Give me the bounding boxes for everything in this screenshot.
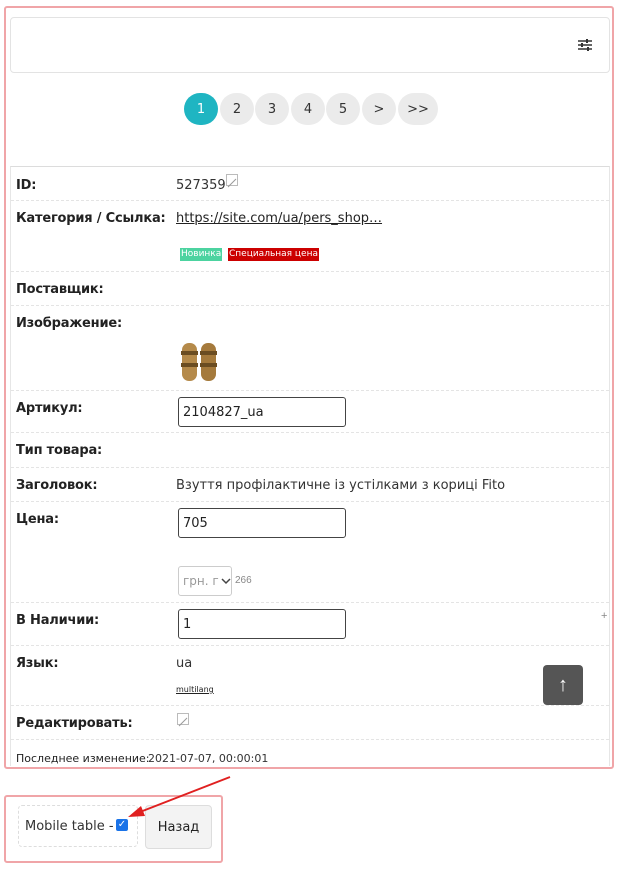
row-sku: Артикул: (11, 391, 609, 433)
row-product-type: Тип товара: (11, 433, 609, 468)
multilang-link[interactable]: multilang (176, 685, 214, 694)
mobile-table-checkbox[interactable]: ✓ (116, 819, 128, 831)
next-page-button[interactable]: > (362, 93, 396, 125)
sku-input[interactable] (178, 397, 346, 427)
special-price-badge: Специальная цена (228, 248, 319, 261)
currency-select-value: грн. г (183, 574, 219, 588)
edit-label: Редактировать: (16, 716, 133, 731)
mobile-table-label: Mobile table - (25, 818, 114, 834)
category-link[interactable]: https://site.com/ua/pers_shop… (176, 211, 382, 226)
language-value: ua (176, 656, 193, 671)
category-label: Категория / Ссылка: (16, 211, 166, 226)
stock-plus[interactable]: + (601, 610, 607, 622)
product-type-label: Тип товара: (16, 443, 103, 458)
page-2-button[interactable]: 2 (220, 93, 254, 125)
stock-label: В Наличии: (16, 613, 100, 628)
row-category: Категория / Ссылка: https://site.com/ua/… (11, 201, 609, 272)
back-button[interactable]: Назад (145, 805, 212, 849)
row-supplier: Поставщик: (11, 272, 609, 306)
filter-panel (10, 17, 610, 73)
currency-extra: 266 (235, 575, 252, 586)
page-3-button[interactable]: 3 (255, 93, 289, 125)
page-5-button[interactable]: 5 (326, 93, 360, 125)
row-image: Изображение: (11, 306, 609, 391)
sliders-icon[interactable] (577, 38, 593, 52)
row-last-modified: Последнее изменение: 2021-07-07, 00:00:0… (11, 740, 609, 770)
sku-label: Артикул: (16, 401, 83, 416)
page-1-button[interactable]: 1 (184, 93, 218, 125)
row-price: Цена: грн. г 266 (11, 502, 609, 603)
page-4-button[interactable]: 4 (291, 93, 325, 125)
supplier-label: Поставщик: (16, 282, 104, 297)
row-title: Заголовок: Взуття профілактичне із устіл… (11, 468, 609, 502)
last-modified-value: 2021-07-07, 00:00:01 (148, 752, 269, 765)
currency-select[interactable]: грн. г (178, 566, 232, 596)
id-value: 527359 (176, 178, 226, 193)
row-edit: Редактировать: (11, 706, 609, 740)
pagination: 1 2 3 4 5 > >> (0, 93, 625, 127)
last-modified-label: Последнее изменение: (16, 752, 150, 765)
edit-pencil-icon[interactable] (177, 713, 189, 727)
title-value: Взуття профілактичне із устілками з кори… (176, 478, 506, 493)
row-language: Язык: ua multilang (11, 646, 609, 706)
row-id: ID: 527359 (11, 167, 609, 201)
new-badge: Новинка (180, 248, 223, 261)
image-label: Изображение: (16, 316, 122, 331)
row-stock: В Наличии: (11, 603, 609, 646)
scroll-to-top-button[interactable]: ↑ (543, 665, 583, 705)
stock-input[interactable] (178, 609, 346, 639)
price-input[interactable] (178, 508, 346, 538)
price-label: Цена: (16, 512, 59, 527)
title-label: Заголовок: (16, 478, 98, 493)
product-detail-table: ID: 527359 Категория / Ссылка: https://s… (10, 166, 610, 766)
last-page-button[interactable]: >> (398, 93, 438, 125)
language-label: Язык: (16, 656, 59, 671)
id-label: ID: (16, 178, 37, 193)
edit-icon[interactable] (226, 174, 238, 188)
chevron-down-icon (221, 574, 231, 588)
product-image[interactable] (180, 339, 218, 388)
